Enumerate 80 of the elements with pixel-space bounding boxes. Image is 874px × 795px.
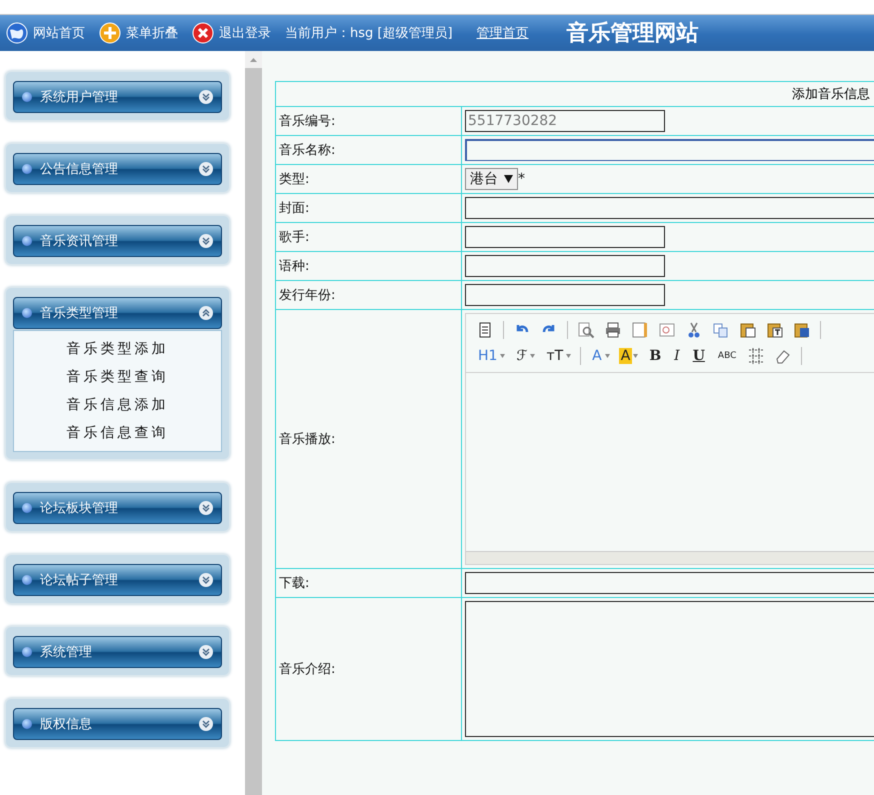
chevron-icon — [199, 234, 213, 248]
text-field[interactable] — [465, 284, 665, 306]
caret-icon — [530, 354, 536, 358]
bullet-icon — [22, 575, 32, 585]
field-label: 下载: — [279, 576, 310, 591]
menu-header[interactable]: 论坛帖子管理 — [13, 564, 222, 596]
type-dropdown[interactable]: 港台 — [465, 168, 518, 190]
chevron-icon — [199, 90, 213, 104]
bullet-icon — [22, 647, 32, 657]
bullet-icon — [22, 719, 32, 729]
bullet-icon — [22, 92, 32, 102]
toolbar-button[interactable]: U — [690, 348, 707, 364]
submenu-item[interactable]: 音乐信息添加 — [66, 391, 168, 419]
header-link[interactable]: 退出登录 — [192, 22, 271, 44]
menu-header[interactable]: 系统用户管理 — [13, 81, 222, 113]
toolbar-button[interactable]: ℱ — [514, 348, 530, 364]
field-label: 音乐介绍: — [279, 662, 336, 677]
caret-icon — [566, 354, 572, 358]
menu-header[interactable]: 论坛板块管理 — [13, 492, 222, 524]
menu-header[interactable]: 系统管理 — [13, 636, 222, 668]
paste-word-icon[interactable] — [793, 321, 811, 339]
chevron-icon — [199, 573, 213, 587]
caret-icon — [633, 354, 638, 358]
chevron-icon — [199, 717, 213, 731]
caret-icon — [604, 354, 610, 358]
paste-icon[interactable] — [739, 321, 757, 339]
admin-home-link[interactable]: 管理首页 — [476, 24, 529, 42]
bullet-icon — [22, 308, 32, 318]
plus-icon — [99, 22, 121, 44]
toolbar-button[interactable]: ABC — [716, 351, 738, 361]
caret-icon — [504, 175, 513, 183]
menu-header[interactable]: 音乐类型管理 — [13, 297, 222, 329]
menu-header[interactable]: 公告信息管理 — [13, 153, 222, 185]
toolbar-button[interactable]: A — [618, 348, 632, 364]
menu-header[interactable]: 音乐资讯管理 — [13, 225, 222, 257]
paste-text-icon[interactable] — [766, 321, 784, 339]
bullet-icon — [22, 236, 32, 246]
form-title: 添加音乐信息 — [792, 87, 870, 102]
field-label: 语种: — [279, 259, 310, 274]
toolbar-button[interactable]: B — [647, 348, 664, 364]
text-field[interactable] — [465, 197, 874, 219]
field-label: 音乐播放: — [279, 432, 336, 447]
text-field[interactable] — [465, 255, 665, 277]
submenu-item[interactable]: 音乐类型查询 — [66, 363, 168, 391]
chevron-icon — [199, 645, 213, 659]
text-field[interactable]: 5517730282 — [465, 110, 665, 132]
chevron-icon — [199, 306, 213, 320]
scrollbar[interactable] — [245, 51, 262, 795]
bullet-icon — [22, 164, 32, 174]
chevron-icon — [199, 501, 213, 515]
close-icon — [192, 22, 214, 44]
bullet-icon — [22, 503, 32, 513]
field-label: 音乐名称: — [279, 143, 336, 158]
field-label: 封面: — [279, 201, 310, 216]
rich-text-editor[interactable]: H1 ℱ тT A A B I U ABC — [465, 313, 874, 565]
header-link[interactable]: 网站首页 — [6, 22, 85, 44]
header-link[interactable]: 菜单折叠 — [99, 22, 178, 44]
field-label: 发行年份: — [279, 288, 336, 303]
menu-header[interactable]: 版权信息 — [13, 708, 222, 740]
text-field[interactable] — [465, 572, 874, 594]
toolbar-button[interactable]: I — [672, 348, 682, 364]
current-user: 当前用户：hsg [超级管理员] — [285, 25, 453, 42]
caret-icon — [500, 354, 506, 358]
print-icon[interactable] — [604, 321, 622, 339]
field-label: 歌手: — [279, 230, 310, 245]
table-icon[interactable] — [747, 347, 766, 365]
preview-icon[interactable] — [577, 321, 595, 339]
site-title: 音乐管理网站 — [566, 19, 699, 48]
text-field[interactable] — [465, 226, 665, 248]
required-mark: * — [518, 171, 525, 187]
submenu-item[interactable]: 音乐类型添加 — [66, 335, 168, 363]
toolbar-button[interactable]: A — [590, 348, 604, 364]
text-field[interactable] — [465, 139, 874, 161]
field-label: 类型: — [279, 172, 310, 187]
toolbar-button[interactable]: тT — [544, 348, 566, 364]
chevron-icon — [199, 162, 213, 176]
field-label: 音乐编号: — [279, 114, 336, 129]
toolbar-button[interactable]: H1 — [476, 348, 500, 364]
submenu-item[interactable]: 音乐信息查询 — [66, 419, 168, 447]
copy-icon[interactable] — [712, 321, 730, 339]
